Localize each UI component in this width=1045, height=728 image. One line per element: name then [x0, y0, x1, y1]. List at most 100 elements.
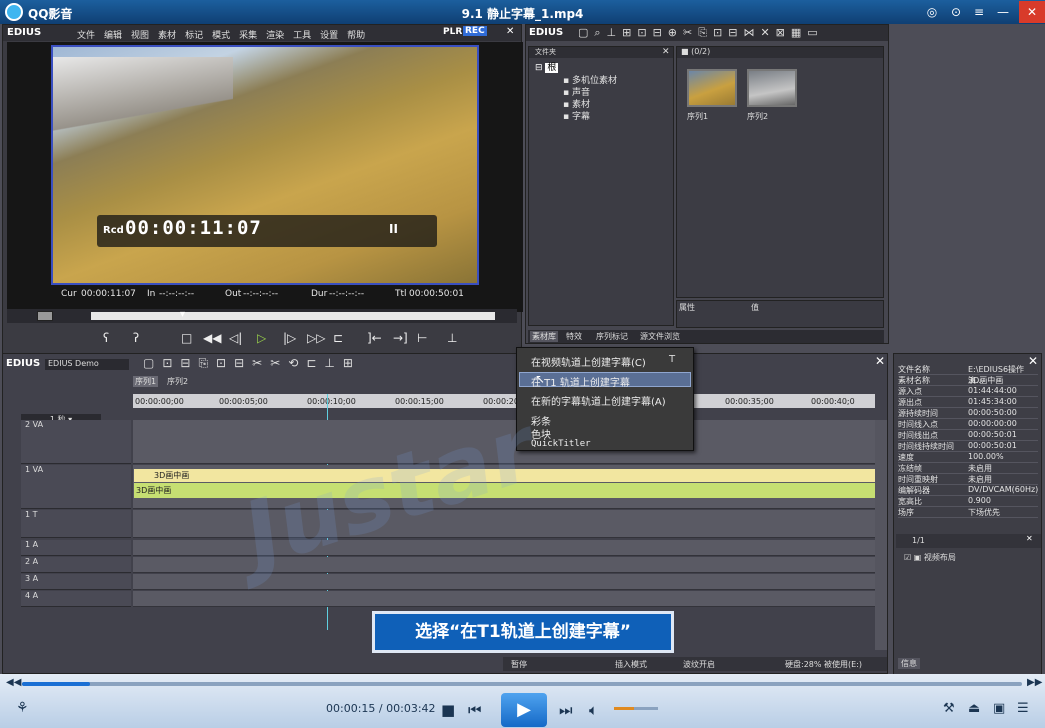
tools-icon[interactable]: ⚒ — [943, 701, 955, 716]
plr-label[interactable]: PLR — [443, 27, 462, 37]
fast-forward-icon[interactable]: ▷▷ — [307, 331, 325, 345]
chat-icon[interactable]: ◎ — [924, 4, 940, 20]
clip-thumbnail[interactable] — [747, 69, 797, 107]
folder-tree-close-icon[interactable]: ✕ — [662, 47, 670, 57]
progress-fill — [22, 682, 90, 686]
eject-icon[interactable]: ⏏ — [968, 701, 980, 716]
track-header-2a[interactable]: 2 A — [21, 557, 131, 573]
folder-item[interactable]: ▪ 字幕 — [563, 109, 590, 122]
track-lane-3a[interactable] — [133, 574, 875, 590]
set-out-icon[interactable]: ʔ — [133, 331, 139, 345]
stop-icon[interactable]: □ — [181, 331, 192, 345]
menu-capture[interactable]: 采集 — [239, 28, 257, 41]
bin-toolbar-icons[interactable]: ▢⌕⊥⊞⊡⊟⊕✂⎘⊡⊟⋈✕⊠▦▭ — [578, 26, 824, 40]
menu-settings[interactable]: 设置 — [320, 28, 338, 41]
main-menu: 文件 编辑 视图 素材 标记 模式 采集 渲染 工具 设置 帮助 — [77, 28, 374, 41]
tab-source-browser[interactable]: 源文件浏览 — [640, 331, 680, 342]
clip-thumbnail[interactable] — [687, 69, 737, 107]
info-key: 源出点 — [898, 398, 922, 407]
clip-label: 序列2 — [747, 112, 769, 121]
menu-icon[interactable]: ≡ — [971, 4, 987, 20]
ttl-label: Ttl — [395, 289, 407, 299]
tab-effects[interactable]: 特效 — [566, 331, 582, 342]
menu-file[interactable]: 文件 — [77, 28, 95, 41]
track-header-4a[interactable]: 4 A — [21, 591, 131, 607]
shuttle-handle[interactable] — [37, 311, 53, 321]
menu-item-create-title-video-track[interactable]: 在视频轨道上创建字幕(C) — [531, 354, 646, 369]
color-icon[interactable]: ▣ — [993, 701, 1005, 716]
ruler-tick-label: 00:00:10;00 — [307, 397, 356, 406]
track-header-1t[interactable]: 1 T — [21, 510, 131, 538]
menu-clip[interactable]: 素材 — [158, 28, 176, 41]
menu-item-shortcut: T — [669, 354, 676, 365]
track-lane-1a[interactable] — [133, 540, 875, 556]
menu-view[interactable]: 视图 — [131, 28, 149, 41]
timeline-logo: EDIUS — [6, 358, 41, 369]
track-header-3a[interactable]: 3 A — [21, 574, 131, 590]
status-disk: 硬盘:28% 被使用(E:) — [785, 660, 863, 669]
progress-track[interactable] — [22, 682, 1022, 686]
playlist-icon[interactable]: ☰ — [1017, 701, 1029, 716]
tab-info[interactable]: 信息 — [898, 658, 920, 669]
previous-button[interactable]: ⏮ — [468, 701, 482, 719]
rec-label[interactable]: REC — [463, 26, 487, 36]
vertical-scrollbar[interactable] — [875, 420, 887, 650]
menu-mode[interactable]: 模式 — [212, 28, 230, 41]
menu-item-quicktitler[interactable]: QuickTitler — [531, 439, 591, 449]
timecode-overlay: Rcd 00:00:11:07 II — [97, 215, 437, 247]
next-button[interactable]: ⏭ — [559, 701, 573, 719]
ruler-tick-label: 00:00:00;00 — [135, 397, 184, 406]
info-key: 宽高比 — [898, 497, 922, 506]
track-header-2va[interactable]: 2 VA — [21, 420, 131, 464]
track-lane-4a[interactable] — [133, 591, 875, 607]
window-title: 9.1 静止字幕_1.mp4 — [461, 7, 584, 21]
menu-render[interactable]: 渲染 — [266, 28, 284, 41]
play-button[interactable]: ▶ — [501, 693, 547, 727]
track-lane-2a[interactable] — [133, 557, 875, 573]
footprint-icon[interactable]: ⚘ — [16, 700, 29, 716]
step-back-icon[interactable]: ◁| — [229, 331, 242, 345]
minimize-button[interactable]: — — [995, 4, 1011, 20]
close-button[interactable]: ✕ — [1019, 1, 1045, 23]
rewind-small-icon[interactable]: ◀◀ — [6, 677, 21, 688]
timeline-close-icon[interactable]: ✕ — [875, 354, 885, 368]
track-header-1a[interactable]: 1 A — [21, 540, 131, 556]
menu-tools[interactable]: 工具 — [293, 28, 311, 41]
step-forward-icon[interactable]: |▷ — [283, 331, 296, 345]
match-frame-icon[interactable]: ⊢ — [417, 331, 427, 345]
effect-item[interactable]: ☑ ▣ 视频布局 — [904, 552, 956, 563]
preview-area: Rcd 00:00:11:07 II Cur 00:00:11:07 In --… — [7, 42, 523, 312]
preview-close-icon[interactable]: ✕ — [506, 26, 514, 37]
timeline-toolbar-icons[interactable]: ▢⊡⊟⎘⊡⊟✂✂⟲⊏⊥⊞ — [143, 356, 361, 371]
insert-icon[interactable]: ]← — [367, 331, 382, 345]
loop-icon[interactable]: ⊏ — [333, 331, 343, 345]
tab-sequence-marker[interactable]: 序列标记 — [596, 331, 628, 342]
output-icon[interactable]: ⊥ — [447, 331, 457, 345]
tab-bin[interactable]: 素材库 — [530, 331, 558, 342]
value-col-header: 值 — [751, 303, 759, 312]
menu-item-create-title-t1[interactable]: 在 T1 轨道上创建字幕 — [531, 374, 630, 389]
info-row: 时间线持续时间 00:00:50:01 — [898, 441, 1038, 452]
preview-scrubber[interactable]: ▾ — [7, 309, 517, 323]
rewind-icon[interactable]: ◀◀ — [203, 331, 221, 345]
playhead-marker-icon[interactable]: ▾ — [180, 309, 185, 320]
forward-small-icon[interactable]: ▶▶ — [1027, 677, 1042, 688]
menu-item-create-title-new-track[interactable]: 在新的字幕轨道上创建字幕(A) — [531, 393, 666, 408]
tab-sequence-2[interactable]: 序列2 — [165, 376, 190, 387]
menu-help[interactable]: 帮助 — [347, 28, 365, 41]
overwrite-icon[interactable]: →] — [393, 331, 408, 345]
stop-button[interactable]: ■ — [441, 701, 455, 719]
skin-icon[interactable]: ⊙ — [948, 4, 964, 20]
effects-close-icon[interactable]: ✕ — [1026, 534, 1033, 543]
status-bar: 暂停 插入模式 波纹开启 硬盘:28% 被使用(E:) — [503, 657, 887, 671]
set-in-icon[interactable]: ʕ — [103, 331, 109, 345]
root-folder[interactable]: ⊟ 根 — [535, 60, 559, 73]
menu-marker[interactable]: 标记 — [185, 28, 203, 41]
play-icon[interactable]: ▷ — [257, 331, 266, 345]
time-total: 00:03:42 — [386, 702, 436, 715]
scrubber-track[interactable] — [91, 312, 495, 320]
menu-edit[interactable]: 编辑 — [104, 28, 122, 41]
tab-sequence-1[interactable]: 序列1 — [133, 376, 159, 387]
volume-icon[interactable]: 🔈︎ — [589, 701, 598, 719]
track-header-1va[interactable]: 1 VA — [21, 465, 131, 509]
